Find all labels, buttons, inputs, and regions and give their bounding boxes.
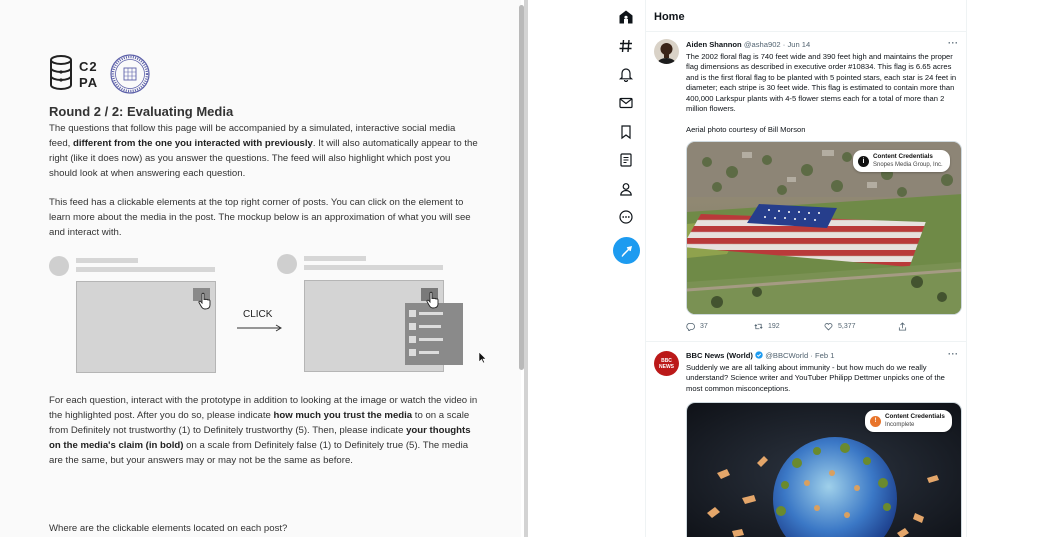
content-credentials-button[interactable]: ! Content Credentials Incomplete	[865, 410, 952, 432]
question-text: Where are the clickable elements located…	[49, 523, 288, 534]
post-photo-credit: Aerial photo courtesy of Bill Morson	[686, 125, 806, 134]
nav-more[interactable]	[617, 208, 635, 226]
click-label: CLICK	[243, 309, 273, 320]
nav-notifications[interactable]	[617, 65, 635, 83]
c2pa-text-line1: C2	[79, 58, 98, 74]
logo-row: C2 PA	[49, 54, 150, 94]
post-more-button[interactable]: ···	[948, 349, 959, 359]
social-feed-pane: Home Aiden Shannon @asha902 · Jun 14 ···…	[528, 0, 1055, 537]
share-button[interactable]	[898, 322, 907, 331]
nav-explore[interactable]	[617, 37, 635, 55]
repost-count: 192	[768, 323, 780, 330]
reply-icon	[686, 322, 695, 331]
nav-bookmarks[interactable]	[617, 123, 635, 141]
clickable-elements-paragraph: This feed has a clickable elements at th…	[49, 197, 471, 239]
cc-status: Incomplete	[885, 422, 915, 428]
more-icon	[619, 210, 633, 224]
pointer-hand-icon-clicked	[426, 291, 439, 309]
cc-issuer: Snopes Media Group, Inc.	[873, 162, 943, 168]
timeline: Home Aiden Shannon @asha902 · Jun 14 ···…	[645, 0, 967, 537]
post-image-floral-flag[interactable]: i Content Credentials Snopes Media Group…	[686, 141, 962, 315]
post-author-name[interactable]: BBC News (World)	[686, 351, 753, 360]
university-seal-icon	[110, 54, 150, 94]
c2pa-text-line2: PA	[79, 74, 99, 90]
repost-icon	[754, 323, 763, 330]
mockup-avatar-before	[49, 256, 69, 276]
post-actions: 37 192 5,377	[686, 322, 926, 331]
pointer-hand-icon	[198, 292, 211, 310]
cc-title: Content Credentials	[885, 413, 945, 420]
post-author-handle[interactable]: @asha902	[744, 40, 781, 49]
cc-title: Content Credentials	[873, 153, 933, 160]
avatar-aiden-shannon[interactable]	[654, 39, 679, 64]
content-credentials-button[interactable]: i Content Credentials Snopes Media Group…	[853, 150, 950, 172]
arrow-right-icon	[237, 324, 282, 332]
nav-rail	[528, 0, 645, 537]
emphasis-different-feed: different from the one you interacted wi…	[73, 138, 313, 150]
post-image-immunity[interactable]: ! Content Credentials Incomplete	[686, 402, 962, 537]
intro-paragraph: The questions that follow this page will…	[49, 123, 478, 180]
lists-icon	[620, 153, 632, 167]
post-text: Suddenly we are all talking about immuni…	[686, 363, 945, 393]
home-icon	[619, 10, 633, 24]
nav-lists[interactable]	[617, 151, 635, 169]
messages-envelope-icon	[619, 97, 633, 109]
instructions-paragraph: For each question, interact with the pro…	[49, 395, 478, 467]
page-title: Round 2 / 2: Evaluating Media	[49, 104, 234, 119]
emphasis-trust-media: how much you trust the media	[273, 410, 413, 422]
post-more-button[interactable]: ···	[948, 38, 959, 48]
reply-button[interactable]: 37	[686, 322, 754, 331]
post-date[interactable]: Feb 1	[815, 351, 834, 360]
verified-badge-icon	[755, 351, 763, 359]
share-icon	[898, 322, 907, 331]
like-button[interactable]: 5,377	[824, 322, 898, 331]
c2pa-logo-icon	[50, 55, 72, 90]
mouse-cursor-icon	[478, 351, 487, 364]
nav-home[interactable]	[617, 8, 635, 26]
home-heading: Home	[654, 11, 685, 23]
mockup-avatar-after	[277, 254, 297, 274]
heart-icon	[824, 323, 833, 331]
reply-count: 37	[700, 323, 708, 330]
nav-profile[interactable]	[617, 180, 635, 198]
profile-icon	[620, 183, 632, 196]
bookmarks-icon	[621, 125, 631, 140]
post-text: The 2002 floral flag is 740 feet wide an…	[686, 52, 957, 114]
avatar-bbc-news[interactable]: BBC NEWS	[654, 351, 679, 376]
c2pa-logo: C2 PA	[49, 55, 98, 93]
nav-messages[interactable]	[617, 94, 635, 112]
notifications-bell-icon	[618, 68, 634, 82]
content-credentials-icon: i	[858, 155, 869, 167]
compose-feather-icon	[620, 245, 632, 257]
content-credentials-incomplete-icon: !	[870, 415, 881, 427]
mockup-credential-popup	[405, 303, 463, 365]
repost-button[interactable]: 192	[754, 322, 824, 331]
compose-post-button[interactable]	[613, 237, 640, 264]
post-date[interactable]: Jun 14	[787, 40, 810, 49]
like-count: 5,377	[838, 323, 856, 330]
survey-pane: C2 PA Round 2 / 2: Evaluating Media The …	[0, 0, 521, 537]
post-author-handle[interactable]: @BBCWorld	[765, 351, 808, 360]
post-author-name[interactable]: Aiden Shannon	[686, 40, 742, 49]
explore-hashtag-icon	[619, 39, 632, 53]
